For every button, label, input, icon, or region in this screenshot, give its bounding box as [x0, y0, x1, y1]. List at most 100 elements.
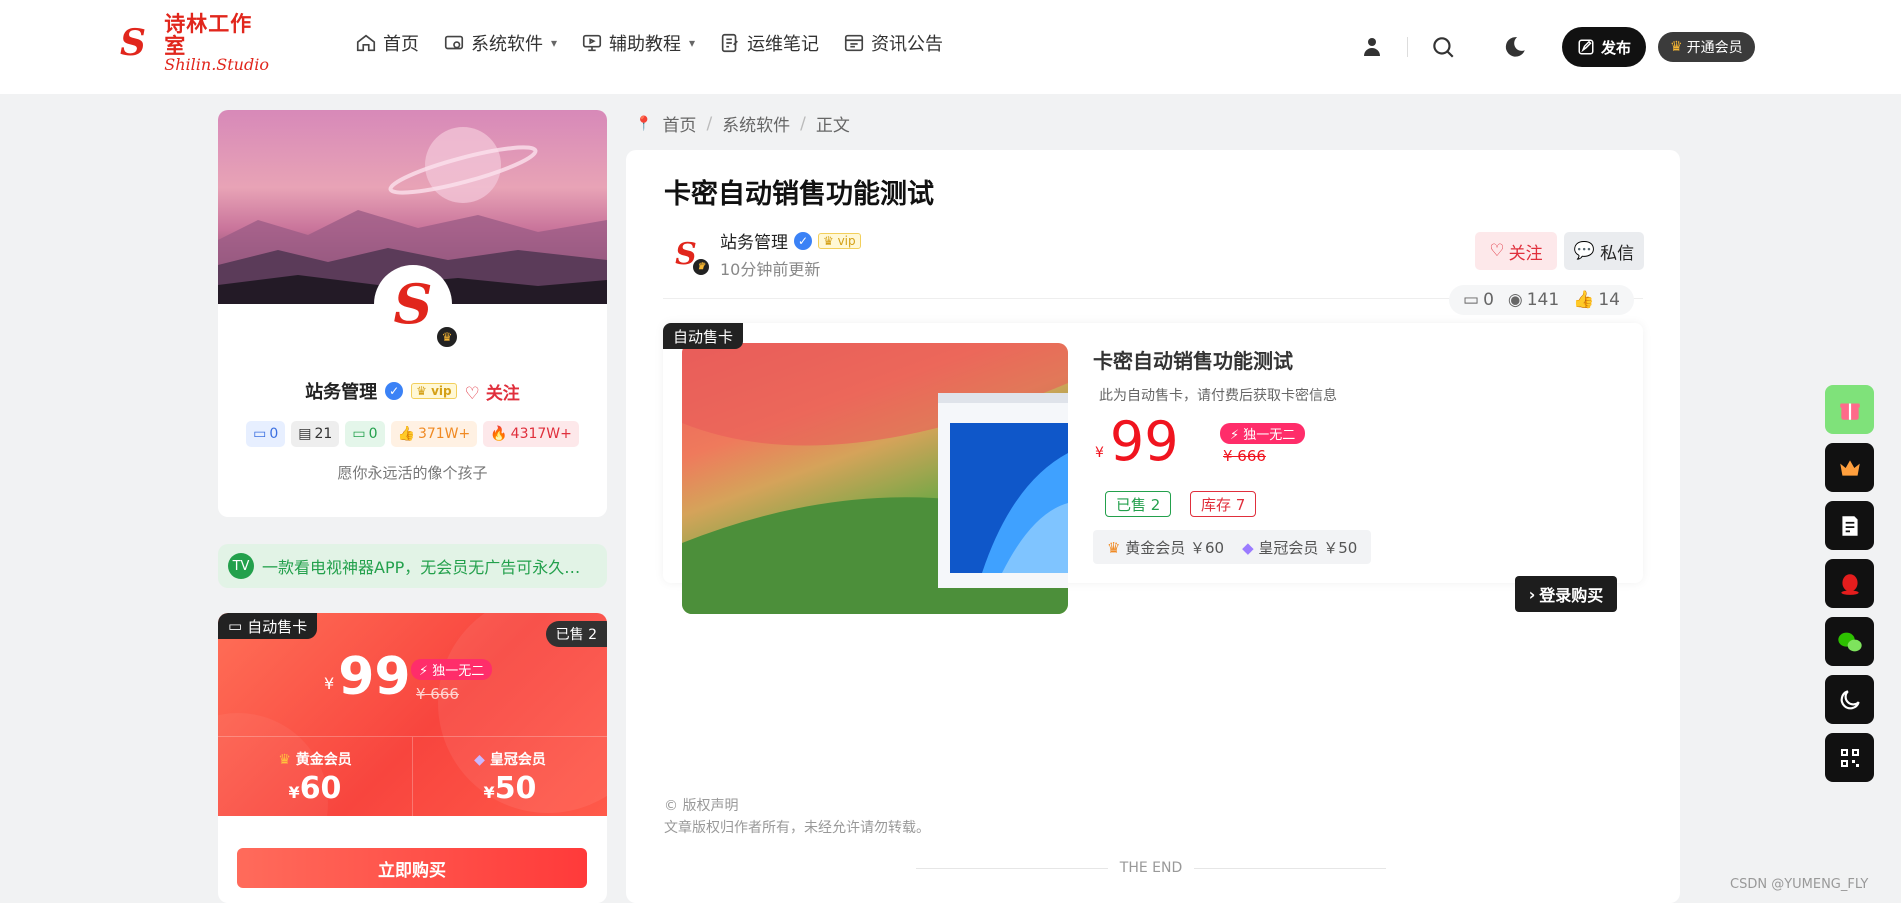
heart-icon: ♡ — [1489, 241, 1505, 261]
vip-badge-icon: ♛ — [435, 325, 459, 349]
nav-item-news[interactable]: 资讯公告 — [843, 28, 943, 58]
thumb-up-icon: 👍 — [1573, 290, 1595, 310]
price-value: 99 — [338, 647, 411, 707]
article-title: 卡密自动销售功能测试 — [664, 179, 934, 210]
auto-sale-tag: 自动售卡 — [663, 323, 744, 349]
article-card: 卡密自动销售功能测试 S ♛ 站务管理 ✓ ♛ vip 10分钟前更新 ♡ 关注… — [626, 150, 1680, 903]
tv-icon: TV — [228, 553, 254, 579]
chevron-right-icon: › — [1528, 584, 1536, 604]
dark-mode-icon[interactable] — [1825, 675, 1874, 724]
sale-price: ¥ 99 — [324, 651, 411, 703]
document-icon: ▤ — [298, 426, 312, 442]
diamond-icon: ◆ — [1242, 538, 1254, 557]
member-price-tiers: ♛ 黄金会员 ¥60 ◆ 皇冠会员 ¥50 — [218, 736, 607, 816]
publish-button[interactable]: 发布 — [1562, 27, 1647, 67]
stat-replies[interactable]: ▭ 0 — [345, 421, 385, 447]
news-icon — [844, 34, 864, 52]
crown-member-label: 皇冠会员 ￥50 — [1258, 538, 1358, 557]
wechat-icon[interactable] — [1825, 617, 1874, 666]
thumb-up-icon: 👍 — [397, 426, 415, 442]
profile-name[interactable]: 站务管理 — [305, 378, 377, 404]
qrcode-icon[interactable] — [1825, 733, 1874, 782]
software-icon — [444, 35, 464, 50]
product-title: 卡密自动销售功能测试 — [1093, 349, 1293, 373]
nav-item-notes[interactable]: 运维笔记 — [719, 28, 819, 58]
site-logo[interactable]: S 诗林工作室 Shilin.Studio — [120, 12, 270, 72]
publish-label: 发布 — [1601, 38, 1632, 57]
follow-label: 关注 — [1508, 243, 1543, 264]
metric-value: 0 — [1483, 290, 1494, 310]
vip-label: 开通会员 — [1686, 40, 1743, 56]
nav-label: 辅助教程 — [609, 34, 682, 55]
profile-follow-button[interactable]: ♡ 关注 — [465, 379, 520, 404]
write-post-icon[interactable] — [1825, 501, 1874, 550]
nav-item-software[interactable]: 系统软件 ▾ — [443, 28, 557, 58]
login-buy-button[interactable]: › 登录购买 — [1515, 576, 1617, 612]
metric-comments[interactable]: ▭ 0 — [1463, 290, 1494, 310]
comment-icon: ▭ — [1463, 290, 1480, 310]
stat-hot[interactable]: 🔥 4317W+ — [483, 421, 579, 447]
breadcrumb-separator: / — [706, 113, 713, 134]
tier-crown: ◆ 皇冠会员 ¥50 — [412, 737, 607, 816]
main-nav: 首页 系统软件 ▾ 辅助教程 ▾ 运维笔记 资讯公告 — [355, 28, 943, 58]
crown-icon: ♛ — [278, 752, 291, 768]
header-divider — [1407, 37, 1408, 57]
csdn-watermark: CSDN @YUMENG_FLY — [1730, 877, 1869, 892]
unique-badge: ⚡ 独一无二 — [411, 659, 493, 680]
home-icon — [356, 34, 376, 52]
nav-label: 首页 — [383, 34, 419, 55]
stat-comments[interactable]: ▭ 0 — [246, 421, 286, 447]
profile-stats: ▭ 0 ▤ 21 ▭ 0 👍 371W+ 🔥 4317W+ — [218, 421, 607, 447]
nav-item-tutorial[interactable]: 辅助教程 ▾ — [581, 28, 695, 58]
unique-label: 独一无二 — [432, 664, 485, 679]
crown-icon: ♛ — [1107, 538, 1121, 557]
follow-button[interactable]: ♡ 关注 — [1475, 232, 1557, 270]
original-price: ¥ 666 — [416, 685, 459, 703]
author-name[interactable]: 站务管理 — [720, 228, 788, 253]
crown-icon: ♛ — [1670, 39, 1683, 55]
logo-mark-icon: S — [120, 22, 146, 64]
gold-member-label: 黄金会员 ￥60 — [1125, 538, 1225, 557]
notice-text: 一款看电视神器APP，无会员无广告可永久使用 — [262, 558, 592, 577]
breadcrumb-category[interactable]: 系统软件 — [722, 111, 790, 136]
top-header: S 诗林工作室 Shilin.Studio 首页 系统软件 ▾ 辅助教程 ▾ 运… — [0, 0, 1901, 94]
article-author: S ♛ 站务管理 ✓ ♛ vip 10分钟前更新 — [664, 228, 861, 280]
unique-badge: ⚡ 独一无二 — [1220, 423, 1306, 444]
floating-toolbar — [1825, 385, 1874, 782]
metric-value: 14 — [1598, 290, 1620, 310]
nav-label: 资讯公告 — [871, 34, 944, 55]
theme-toggle-icon[interactable] — [1498, 30, 1532, 64]
product-image[interactable] — [682, 343, 1068, 614]
stat-likes[interactable]: 👍 371W+ — [390, 421, 478, 447]
author-avatar[interactable]: S ♛ — [664, 232, 710, 276]
open-vip-button[interactable]: ♛ 开通会员 — [1658, 32, 1755, 62]
stat-posts[interactable]: ▤ 21 — [291, 421, 340, 447]
metric-likes[interactable]: 👍 14 — [1573, 290, 1620, 310]
breadcrumb-separator: / — [800, 113, 806, 134]
product-box: 自动售卡 卡密自动销售功能测试 此为自动售卡，请付费后获取卡密信息 ¥ 99 ⚡… — [663, 323, 1643, 614]
stat-value: 4317W+ — [510, 426, 572, 442]
location-icon: 📍 — [635, 115, 653, 132]
the-end-label: THE END — [1119, 860, 1183, 876]
buy-now-button[interactable]: 立即购买 — [237, 848, 587, 888]
nav-item-home[interactable]: 首页 — [355, 28, 419, 58]
qq-icon[interactable] — [1825, 559, 1874, 608]
search-icon[interactable] — [1426, 30, 1460, 64]
product-price: ¥ 99 — [1095, 415, 1179, 469]
stat-value: 371W+ — [417, 426, 471, 442]
member-prices: ♛ 黄金会员 ￥60 ◆ 皇冠会员 ￥50 — [1093, 530, 1372, 564]
user-login-icon[interactable] — [1355, 30, 1389, 64]
gift-icon[interactable] — [1825, 385, 1874, 434]
price-value: 99 — [1109, 410, 1179, 473]
sidebar-sale-card: ▭ 自动售卡 已售 2 ¥ 99 ⚡ 独一无二 ¥ 666 ♛ 黄金会员 ¥60… — [218, 613, 607, 903]
breadcrumb-home[interactable]: 首页 — [662, 111, 696, 136]
message-button[interactable]: 💬 私信 — [1564, 232, 1644, 270]
vip-crown-icon[interactable] — [1825, 443, 1874, 492]
crown-level-icon: ♛ vip — [411, 383, 457, 399]
notice-bar[interactable]: TV 一款看电视神器APP，无会员无广告可永久使用 — [218, 544, 607, 588]
tier-price: 50 — [494, 771, 537, 806]
breadcrumb-current: 正文 — [815, 116, 850, 136]
tier-gold: ♛ 黄金会员 ¥60 — [278, 752, 352, 806]
unique-label: 独一无二 — [1243, 428, 1296, 443]
fire-icon: 🔥 — [490, 426, 508, 442]
